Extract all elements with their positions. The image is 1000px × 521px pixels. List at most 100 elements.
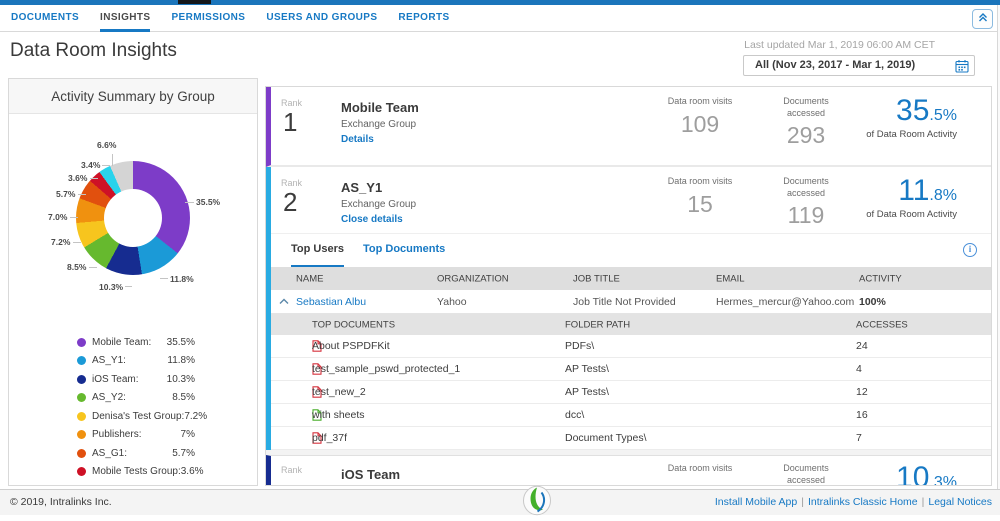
last-updated-text: Last updated Mar 1, 2019 06:00 AM CET xyxy=(744,39,935,51)
pie-label: 7.2% xyxy=(51,237,70,247)
pie-label: 6.6% xyxy=(97,140,116,150)
user-name-link[interactable]: Sebastian Albu xyxy=(296,296,366,308)
legend-dot xyxy=(77,430,86,439)
documents-label: Documents accessed xyxy=(765,176,847,199)
pie-leader-line xyxy=(112,154,113,166)
document-name[interactable]: with sheets xyxy=(312,409,365,421)
collapse-panel-button[interactable] xyxy=(972,9,993,29)
documents-label: Documents accessed xyxy=(765,463,847,486)
calendar-icon[interactable] xyxy=(955,59,969,80)
nav-tab-users-and-groups[interactable]: USERS AND GROUPS xyxy=(266,5,377,32)
user-job-title: Job Title Not Provided xyxy=(573,296,676,308)
nav-tabs: DOCUMENTS INSIGHTS PERMISSIONS USERS AND… xyxy=(11,5,471,32)
document-name[interactable]: About PSPDFKit xyxy=(312,340,390,352)
legend-item: iOS Team:10.3% xyxy=(77,370,195,389)
group-name: iOS Team xyxy=(341,467,400,482)
activity-summary-panel: Activity Summary by Group 6.6% 3.4% 3.6%… xyxy=(8,78,258,486)
copyright-text: © 2019, Intralinks Inc. xyxy=(10,490,112,515)
intralinks-classic-home-link[interactable]: Intralinks Classic Home xyxy=(808,496,918,508)
nav-tab-permissions[interactable]: PERMISSIONS xyxy=(171,5,245,32)
document-name[interactable]: test_new_2 xyxy=(312,386,366,398)
legend-dot xyxy=(77,412,86,421)
activity-percent: 10.3% xyxy=(896,461,957,486)
collapse-row-icon[interactable] xyxy=(279,296,289,308)
user-row: Sebastian Albu Yahoo Job Title Not Provi… xyxy=(271,290,991,314)
accesses-count: 12 xyxy=(856,386,868,398)
nav-tab-insights[interactable]: INSIGHTS xyxy=(100,5,150,32)
pie-label: 3.6% xyxy=(68,173,87,183)
visits-value: 15 xyxy=(659,191,741,218)
legend-item: Publishers:7% xyxy=(77,426,195,445)
main-nav: DOCUMENTS INSIGHTS PERMISSIONS USERS AND… xyxy=(0,5,1000,32)
pie-label: 5.7% xyxy=(56,189,75,199)
top-edge-artifact xyxy=(178,0,211,4)
rank-number: 1 xyxy=(281,108,302,137)
rank-card-ios-team: Rank iOS Team Data room visits Documents… xyxy=(266,455,991,486)
pie-leader-line xyxy=(125,286,132,287)
legend-dot xyxy=(77,393,86,402)
legend-dot xyxy=(77,467,86,476)
documents-table-header: TOP DOCUMENTS FOLDER PATH ACCESSES xyxy=(271,314,991,335)
legend-item: AS_Y1:11.8% xyxy=(77,352,195,371)
details-link[interactable]: Details xyxy=(341,134,419,145)
close-details-link[interactable]: Close details xyxy=(341,214,416,225)
pie-leader-line xyxy=(89,267,97,268)
document-row[interactable]: pdf_37f Document Types\ 7 xyxy=(271,427,991,450)
pie-leader-line xyxy=(78,194,86,195)
group-insights-panel: Rank 1 Mobile Team Exchange Group Detail… xyxy=(265,86,992,486)
footer: © 2019, Intralinks Inc. Install Mobile A… xyxy=(0,489,1000,515)
documents-label: Documents accessed xyxy=(765,96,847,119)
legend-item: AS_Y2:8.5% xyxy=(77,389,195,408)
activity-donut-chart: 6.6% 3.4% 3.6% 5.7% 7.0% 7.2% 8.5% 10.3%… xyxy=(9,114,257,332)
footer-links: Install Mobile App|Intralinks Classic Ho… xyxy=(715,490,992,515)
visits-label: Data room visits xyxy=(659,463,741,475)
pie-leader-line xyxy=(185,202,194,203)
users-table-header: NAME ORGANIZATION JOB TITLE EMAIL ACTIVI… xyxy=(271,267,991,290)
pie-leader-line xyxy=(102,165,110,166)
date-range-value: All (Nov 23, 2017 - Mar 1, 2019) xyxy=(755,59,915,71)
chart-legend: Mobile Team:35.5% AS_Y1:11.8% iOS Team:1… xyxy=(77,333,195,486)
info-icon[interactable]: i xyxy=(963,243,977,257)
legend-dot xyxy=(77,375,86,384)
document-name[interactable]: pdf_37f xyxy=(312,432,347,444)
rank-2-expanded-group: Rank 2 AS_Y1 Exchange Group Close detail… xyxy=(266,167,991,450)
nav-tab-documents[interactable]: DOCUMENTS xyxy=(11,5,79,32)
document-row[interactable]: test_sample_pswd_protected_1 AP Tests\ 4 xyxy=(271,358,991,381)
pie-label: 8.5% xyxy=(67,262,86,272)
tab-top-users[interactable]: Top Users xyxy=(291,234,344,268)
accesses-count: 7 xyxy=(856,432,862,444)
legal-notices-link[interactable]: Legal Notices xyxy=(928,496,992,508)
activity-percent: 35.5% of Data Room Activity xyxy=(866,94,957,140)
pie-label: 10.3% xyxy=(99,282,123,292)
accesses-count: 16 xyxy=(856,409,868,421)
document-row[interactable]: test_new_2 AP Tests\ 12 xyxy=(271,381,991,404)
folder-path: dcc\ xyxy=(565,409,584,421)
document-name[interactable]: test_sample_pswd_protected_1 xyxy=(312,363,460,375)
legend-dot xyxy=(77,338,86,347)
tab-top-documents[interactable]: Top Documents xyxy=(363,234,445,265)
visits-label: Data room visits xyxy=(659,176,741,188)
pie-leader-line xyxy=(73,242,81,243)
details-tabs: Top Users Top Documents i xyxy=(271,234,991,267)
legend-item: Mobile Tests Group:3.6% xyxy=(77,463,195,482)
visits-value: 109 xyxy=(659,111,741,138)
rank-number: 2 xyxy=(281,188,302,217)
rank-card-mobile-team: Rank 1 Mobile Team Exchange Group Detail… xyxy=(266,87,991,167)
nav-tab-reports[interactable]: REPORTS xyxy=(398,5,449,32)
install-mobile-app-link[interactable]: Install Mobile App xyxy=(715,496,797,508)
rank-card-as-y1: Rank 2 AS_Y1 Exchange Group Close detail… xyxy=(271,167,991,234)
folder-path: AP Tests\ xyxy=(565,386,609,398)
group-type: Exchange Group xyxy=(341,199,416,210)
legend-item: AS_G1:5.7% xyxy=(77,444,195,463)
legend-item: T Group:3.4% xyxy=(77,481,195,486)
document-row[interactable]: with sheets dcc\ 16 xyxy=(271,404,991,427)
pie-leader-line xyxy=(160,278,168,279)
documents-value: 119 xyxy=(765,202,847,229)
accesses-count: 4 xyxy=(856,363,862,375)
date-range-selector[interactable]: All (Nov 23, 2017 - Mar 1, 2019) xyxy=(743,55,975,76)
pie-label: 11.8% xyxy=(170,274,194,284)
chevron-double-up-icon xyxy=(977,10,989,28)
activity-percent: 11.8% of Data Room Activity xyxy=(866,174,957,220)
legend-item: Mobile Team:35.5% xyxy=(77,333,195,352)
document-row[interactable]: About PSPDFKit PDFs\ 24 xyxy=(271,335,991,358)
